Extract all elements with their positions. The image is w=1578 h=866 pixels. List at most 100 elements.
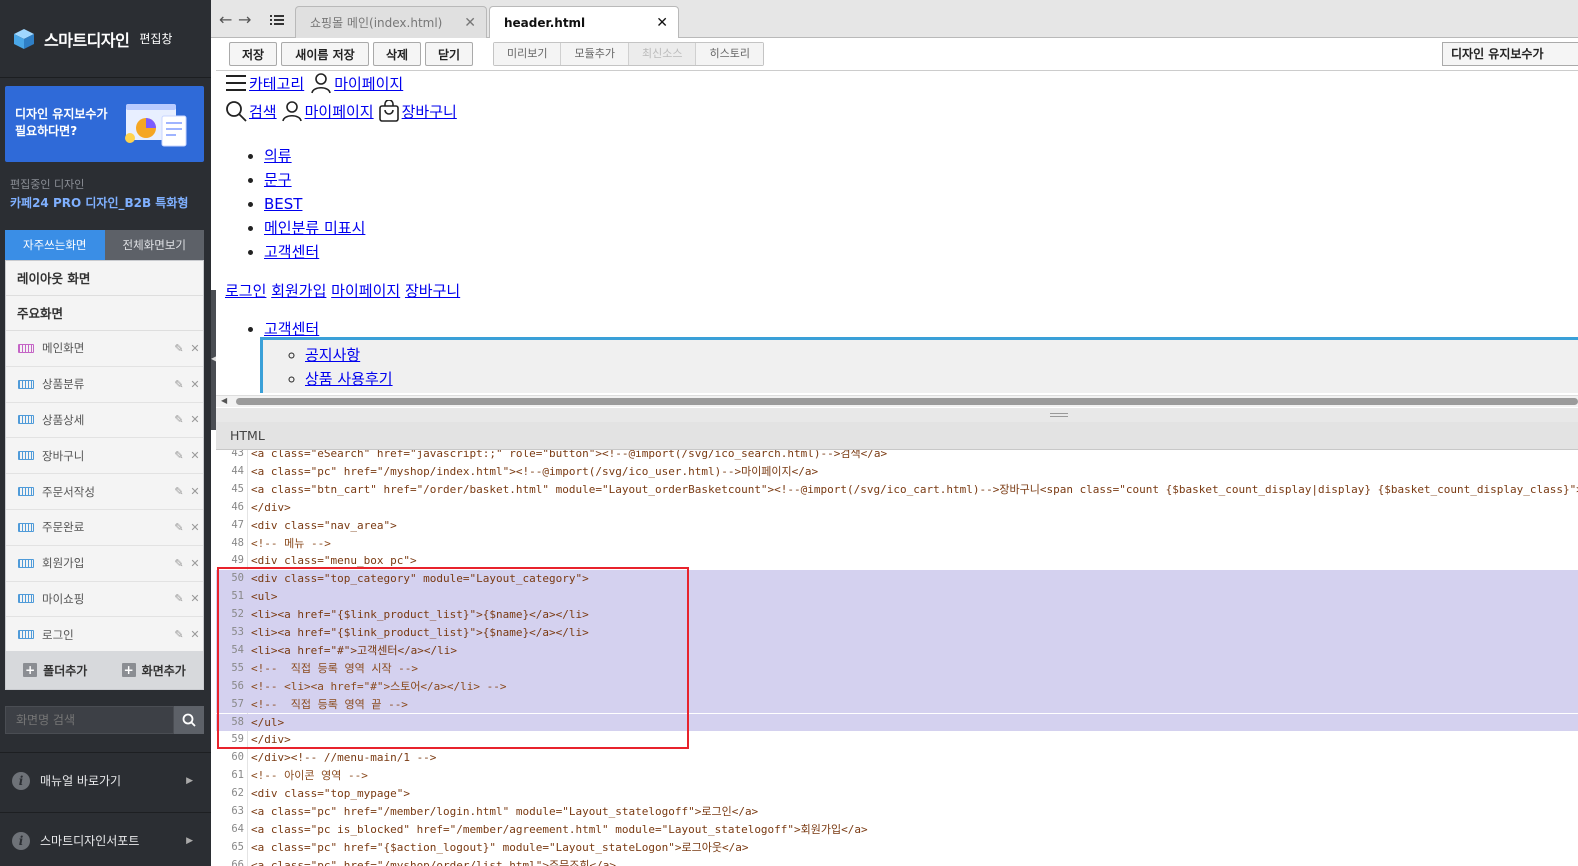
- mypage-link[interactable]: 마이페이지: [331, 282, 400, 300]
- code-line[interactable]: 50 <div class="top_category" module="Layo…: [216, 570, 1578, 589]
- login-link[interactable]: 로그인: [225, 282, 266, 300]
- add-folder-button[interactable]: + 폴더추가: [6, 651, 105, 689]
- customer-center-link[interactable]: 고객센터: [264, 320, 319, 338]
- category-item-link[interactable]: 의류: [264, 147, 292, 165]
- code-line[interactable]: 61 <!-- 아이콘 영역 -->: [216, 767, 1578, 785]
- mypage-link[interactable]: 마이페이지: [334, 73, 403, 94]
- tab-frequent-screens[interactable]: 자주쓰는화면: [5, 230, 105, 260]
- edit-pencil-icon[interactable]: ✎: [171, 485, 187, 498]
- remove-icon[interactable]: ✕: [187, 378, 203, 391]
- scroll-left-icon[interactable]: ◀: [221, 396, 227, 405]
- category-item-link[interactable]: BEST: [264, 195, 302, 213]
- edit-pencil-icon[interactable]: ✎: [171, 521, 187, 534]
- save-as-button[interactable]: 새이름 저장: [281, 42, 369, 66]
- close-icon[interactable]: ✕: [464, 15, 476, 31]
- remove-icon[interactable]: ✕: [187, 557, 203, 570]
- history-button[interactable]: 히스토리: [696, 43, 763, 65]
- code-line[interactable]: 48 <!-- 메뉴 -->: [216, 535, 1578, 553]
- sidebar-item-order-complete[interactable]: 주문완료 ✎ ✕: [6, 510, 203, 546]
- sidebar-item-myshop[interactable]: 마이쇼핑 ✎ ✕: [6, 582, 203, 618]
- notice-link[interactable]: 공지사항: [305, 346, 360, 364]
- remove-icon[interactable]: ✕: [187, 449, 203, 462]
- code-line[interactable]: 63 <a class="pc" href="/member/login.html…: [216, 803, 1578, 821]
- code-line[interactable]: 51 <ul>: [216, 588, 1578, 607]
- section-layout-screens[interactable]: 레이아웃 화면: [6, 261, 203, 296]
- manual-link[interactable]: i 매뉴얼 바로가기 ▶: [0, 752, 211, 808]
- code-editor[interactable]: 43 <a class="eSearch" href="javascript:;"…: [216, 450, 1578, 866]
- maintenance-banner[interactable]: 디자인 유지보수가 필요하다면?: [5, 86, 204, 162]
- sidebar-item-order-form[interactable]: 주문서작성 ✎ ✕: [6, 474, 203, 510]
- sidebar-item-main[interactable]: 메인화면 ✎ ✕: [6, 331, 203, 367]
- edit-pencil-icon[interactable]: ✎: [171, 413, 187, 426]
- review-link[interactable]: 상품 사용후기: [305, 370, 393, 388]
- back-arrow-icon[interactable]: ←: [219, 10, 232, 29]
- code-line[interactable]: 58 </ul>: [216, 713, 1578, 732]
- cart-link[interactable]: 장바구니: [402, 101, 457, 122]
- edit-pencil-icon[interactable]: ✎: [171, 592, 187, 605]
- code-line[interactable]: 45 <a class="btn_cart" href="/order/baske…: [216, 481, 1578, 499]
- section-main-screens[interactable]: 주요화면: [6, 296, 203, 331]
- join-link[interactable]: 회원가입: [271, 282, 326, 300]
- tab-all-screens[interactable]: 전체화면보기: [104, 230, 204, 260]
- design-maintenance-button[interactable]: 디자인 유지보수가: [1442, 42, 1578, 66]
- sidebar-item-category[interactable]: 상품분류 ✎ ✕: [6, 367, 203, 403]
- add-module-button[interactable]: 모듈추가: [561, 43, 629, 65]
- edit-pencil-icon[interactable]: ✎: [171, 628, 187, 641]
- code-line[interactable]: 56 <!-- <li><a href="#">스토어</a></li> -->: [216, 677, 1578, 696]
- category-item-link[interactable]: 메인분류 미표시: [264, 219, 365, 237]
- remove-icon[interactable]: ✕: [187, 342, 203, 355]
- category-link[interactable]: 카테고리: [249, 73, 304, 94]
- screen-search-input[interactable]: [5, 706, 174, 734]
- edit-pencil-icon[interactable]: ✎: [171, 557, 187, 570]
- code-line[interactable]: 44 <a class="pc" href="/myshop/index.html…: [216, 463, 1578, 481]
- sidebar-item-product-detail[interactable]: 상품상세 ✎ ✕: [6, 403, 203, 439]
- support-link[interactable]: i 스마트디자인서포트 ▶: [0, 812, 211, 866]
- code-line[interactable]: 65 <a class="pc" href="{$action_logout}" …: [216, 839, 1578, 857]
- code-line[interactable]: 54 <li><a href="#">고객센터</a></li>: [216, 641, 1578, 660]
- code-line[interactable]: 52 <li><a href="{$link_product_list}">{$n…: [216, 606, 1578, 624]
- code-line[interactable]: 53 <li><a href="{$link_product_list}">{$n…: [216, 624, 1578, 642]
- edit-pencil-icon[interactable]: ✎: [171, 449, 187, 462]
- code-line[interactable]: 47 <div class="nav_area">: [216, 517, 1578, 535]
- code-line[interactable]: 66 <a class="pc" href="/myshop/order/list…: [216, 857, 1578, 866]
- code-line[interactable]: 62 <div class="top_mypage">: [216, 785, 1578, 803]
- code-line[interactable]: 46 </div>: [216, 499, 1578, 517]
- search-button[interactable]: [174, 706, 204, 734]
- remove-icon[interactable]: ✕: [187, 521, 203, 534]
- editing-design-name[interactable]: 카페24 PRO 디자인_B2B 특화형: [10, 194, 188, 211]
- add-screen-button[interactable]: + 화면추가: [105, 651, 204, 689]
- code-line[interactable]: 64 <a class="pc is_blocked" href="/member…: [216, 821, 1578, 839]
- code-line[interactable]: 49 <div class="menu_box pc">: [216, 552, 1578, 570]
- sidebar-item-cart[interactable]: 장바구니 ✎ ✕: [6, 438, 203, 475]
- delete-button[interactable]: 삭제: [373, 42, 421, 66]
- tab-header-html[interactable]: header.html ✕: [489, 6, 679, 39]
- remove-icon[interactable]: ✕: [187, 592, 203, 605]
- preview-button[interactable]: 미리보기: [494, 43, 562, 65]
- remove-icon[interactable]: ✕: [187, 485, 203, 498]
- category-item-link[interactable]: 문구: [264, 171, 292, 189]
- panel-splitter[interactable]: [216, 408, 1578, 422]
- close-button[interactable]: 닫기: [425, 42, 473, 66]
- close-icon[interactable]: ✕: [656, 15, 668, 31]
- code-line[interactable]: 43 <a class="eSearch" href="javascript:;"…: [216, 450, 1578, 463]
- forward-arrow-icon[interactable]: →: [238, 10, 251, 29]
- tab-index-html[interactable]: 쇼핑몰 메인(index.html) ✕: [295, 6, 487, 38]
- edit-pencil-icon[interactable]: ✎: [171, 342, 187, 355]
- code-line[interactable]: 60 </div><!-- //menu-main/1 -->: [216, 749, 1578, 767]
- remove-icon[interactable]: ✕: [187, 413, 203, 426]
- cart-link[interactable]: 장바구니: [405, 282, 460, 300]
- sidebar-item-join[interactable]: 회원가입 ✎ ✕: [6, 546, 203, 582]
- search-link[interactable]: 검색: [249, 101, 277, 122]
- sidebar-item-login[interactable]: 로그인 ✎ ✕: [6, 617, 203, 654]
- remove-icon[interactable]: ✕: [187, 628, 203, 641]
- code-line[interactable]: 59 </div>: [216, 731, 1578, 749]
- save-button[interactable]: 저장: [229, 42, 277, 66]
- scrollbar-thumb[interactable]: [236, 398, 1578, 405]
- mypage-link[interactable]: 마이페이지: [305, 101, 374, 122]
- tab-list-button[interactable]: [266, 9, 288, 31]
- code-line[interactable]: 55 <!-- 직접 등록 영역 시작 -->: [216, 659, 1578, 678]
- code-line[interactable]: 57 <!-- 직접 등록 영역 끝 -->: [216, 695, 1578, 714]
- preview-horizontal-scrollbar[interactable]: ◀: [216, 395, 1578, 407]
- category-item-link[interactable]: 고객센터: [264, 243, 319, 261]
- edit-pencil-icon[interactable]: ✎: [171, 378, 187, 391]
